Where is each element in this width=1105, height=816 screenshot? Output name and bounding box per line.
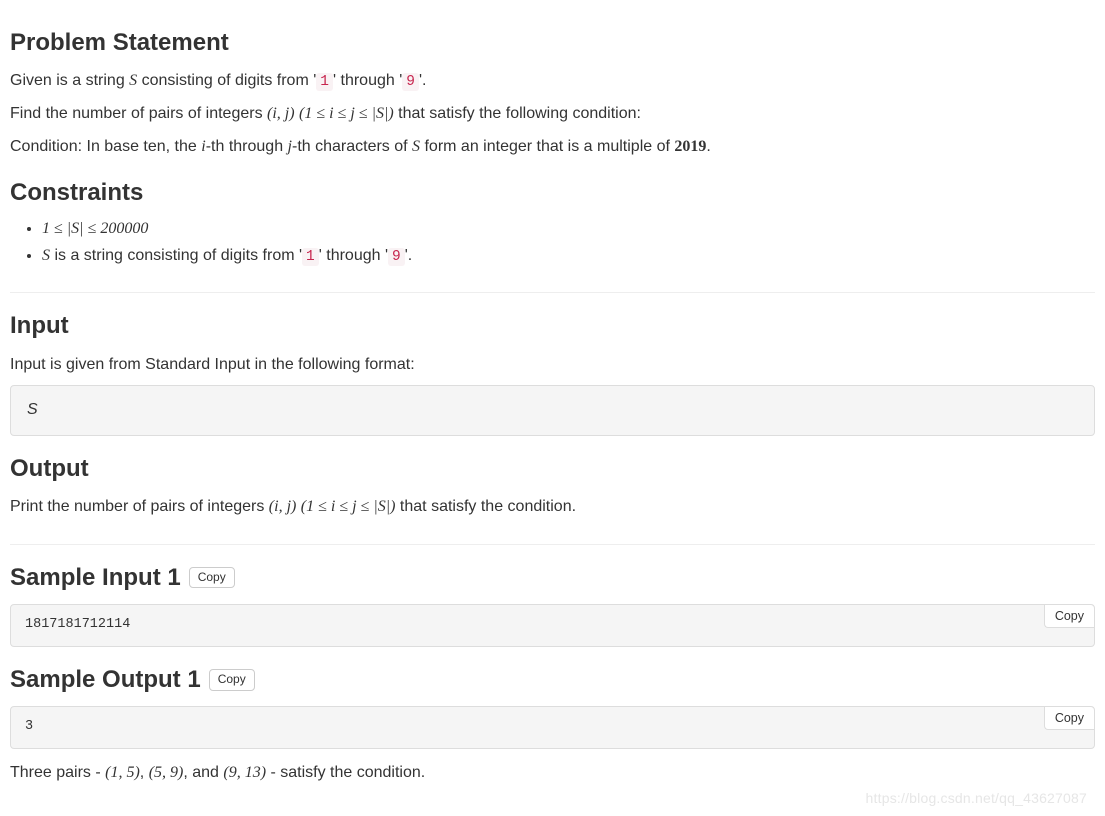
- math-var-s: S: [129, 72, 137, 89]
- math-expr: (i, j): [269, 498, 297, 515]
- input-format-block: S: [10, 385, 1095, 436]
- text: -th through: [206, 138, 288, 155]
- sample-output-header-row: Sample Output 1 Copy: [10, 661, 1095, 698]
- text: is a string consisting of digits from: [50, 247, 299, 264]
- text: form an integer that is a multiple of: [420, 138, 674, 155]
- problem-paragraph-3: Condition: In base ten, the i-th through…: [10, 135, 1095, 160]
- math-var-s: S: [42, 247, 50, 264]
- text: .: [706, 138, 710, 155]
- constraints-section: Constraints 1 ≤ |S| ≤ 200000 S is a stri…: [10, 174, 1095, 269]
- text: .: [408, 247, 412, 264]
- math-expr: (1 ≤ i ≤ j ≤ |S|): [299, 105, 394, 122]
- text: ,: [140, 764, 149, 781]
- text: Given is a string: [10, 72, 129, 89]
- code-literal: 9: [402, 73, 419, 91]
- math-var-s: S: [412, 138, 420, 155]
- text: - satisfy the condition.: [266, 764, 425, 781]
- text: .: [422, 72, 426, 89]
- constraints-heading: Constraints: [10, 174, 1095, 211]
- sample-output-heading: Sample Output 1: [10, 661, 201, 698]
- sample-input-header-row: Sample Input 1 Copy: [10, 559, 1095, 596]
- input-heading: Input: [10, 307, 1095, 344]
- sample-input-heading: Sample Input 1: [10, 559, 181, 596]
- sample-explanation: Three pairs - (1, 5), (5, 9), and (9, 13…: [10, 761, 1095, 786]
- constraint-item: S is a string consisting of digits from …: [42, 244, 1095, 269]
- divider: [10, 544, 1095, 545]
- constraints-list: 1 ≤ |S| ≤ 200000 S is a string consistin…: [10, 217, 1095, 269]
- output-heading: Output: [10, 450, 1095, 487]
- text: that satisfy the following condition:: [394, 105, 641, 122]
- text: Condition: In base ten, the: [10, 138, 201, 155]
- problem-statement-heading: Problem Statement: [10, 24, 1095, 61]
- text: -th characters of: [292, 138, 412, 155]
- problem-statement-section: Problem Statement Given is a string S co…: [10, 24, 1095, 160]
- input-format-text: S: [27, 401, 38, 418]
- text: consisting of digits from: [137, 72, 313, 89]
- watermark-text: https://blog.csdn.net/qq_43627087: [866, 788, 1087, 810]
- text: Print the number of pairs of integers: [10, 498, 269, 515]
- sample-input-section: Sample Input 1 Copy Copy 1817181712114: [10, 559, 1095, 647]
- output-section: Output Print the number of pairs of inte…: [10, 450, 1095, 520]
- math-expr: (1, 5): [105, 764, 140, 781]
- sample-output-value: 3: [25, 719, 33, 734]
- divider: [10, 292, 1095, 293]
- text: Three pairs -: [10, 764, 105, 781]
- copy-button[interactable]: Copy: [209, 669, 255, 690]
- code-literal: 9: [388, 248, 405, 266]
- sample-output-block: Copy 3: [10, 706, 1095, 749]
- constraint-item: 1 ≤ |S| ≤ 200000: [42, 217, 1095, 242]
- sample-output-section: Sample Output 1 Copy Copy 3 Three pairs …: [10, 661, 1095, 786]
- copy-button[interactable]: Copy: [189, 567, 235, 588]
- input-section: Input Input is given from Standard Input…: [10, 307, 1095, 436]
- text: , and: [183, 764, 223, 781]
- problem-paragraph-1: Given is a string S consisting of digits…: [10, 69, 1095, 94]
- math-number: 2019: [674, 138, 706, 155]
- input-description: Input is given from Standard Input in th…: [10, 353, 1095, 378]
- copy-button[interactable]: Copy: [1044, 605, 1094, 628]
- sample-input-value: 1817181712114: [25, 617, 130, 632]
- sample-input-block: Copy 1817181712114: [10, 604, 1095, 647]
- text: through: [336, 72, 399, 89]
- text: that satisfy the condition.: [395, 498, 576, 515]
- math-expr: (9, 13): [223, 764, 266, 781]
- problem-paragraph-2: Find the number of pairs of integers (i,…: [10, 102, 1095, 127]
- output-description: Print the number of pairs of integers (i…: [10, 495, 1095, 520]
- copy-button[interactable]: Copy: [1044, 707, 1094, 730]
- math-expr: (5, 9): [149, 764, 184, 781]
- code-literal: 1: [316, 73, 333, 91]
- math-expr: (1 ≤ i ≤ j ≤ |S|): [301, 498, 396, 515]
- math-expr: (i, j): [267, 105, 295, 122]
- text: through: [322, 247, 385, 264]
- code-literal: 1: [302, 248, 319, 266]
- math-expr: 1 ≤ |S| ≤ 200000: [42, 220, 148, 237]
- text: Find the number of pairs of integers: [10, 105, 267, 122]
